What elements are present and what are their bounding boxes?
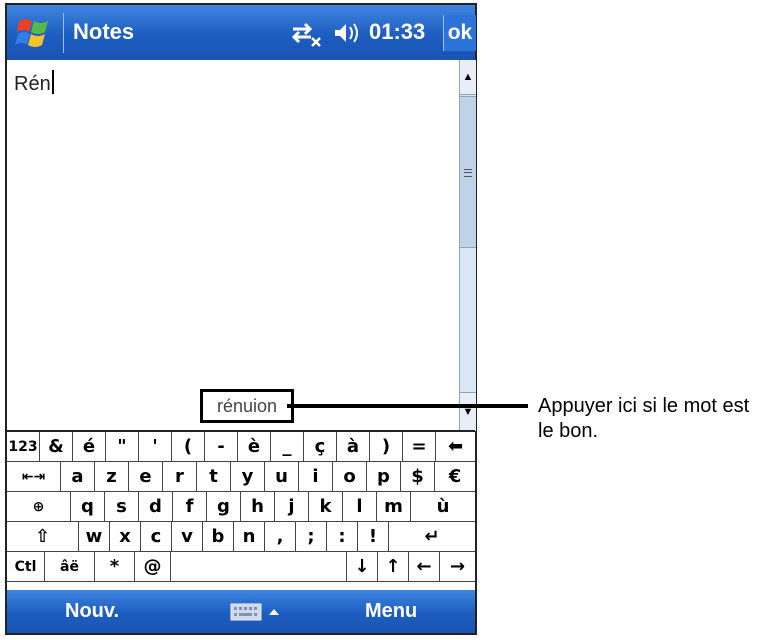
key-ampersand[interactable]: & [40,432,73,462]
key-exclamation[interactable]: ! [358,522,389,552]
key-f[interactable]: f [173,492,207,522]
caps-lock-icon[interactable]: ⊕ [7,492,71,522]
tab-key-icon[interactable]: ⇤⇥ [7,462,61,492]
keyboard-input-icon[interactable] [229,601,285,623]
key-p[interactable]: p [367,462,401,492]
windows-flag-icon[interactable] [15,15,55,51]
key-l[interactable]: l [343,492,377,522]
space-bar[interactable] [171,552,347,582]
keyboard-row-5: Ctl âë * @ ↓ ↑ ← → [7,552,475,582]
menu-bar: Nouv. Menu [7,590,475,633]
key-u[interactable]: u [265,462,299,492]
arrow-left-icon[interactable]: ← [409,552,440,582]
key-123[interactable]: 123 [7,432,40,462]
key-b[interactable]: b [203,522,234,552]
callout-text: Appuyer ici si le mot est le bon. [538,395,750,442]
connectivity-off-icon[interactable] [289,19,323,49]
key-e-acute[interactable]: é [73,432,106,462]
key-u-grave[interactable]: ù [411,492,475,522]
key-ctl[interactable]: Ctl [7,552,45,582]
key-open-paren[interactable]: ( [172,432,205,462]
arrow-up-icon[interactable]: ↑ [378,552,409,582]
key-m[interactable]: m [377,492,411,522]
key-z[interactable]: z [95,462,129,492]
scroll-up-arrow-icon[interactable]: ▲ [460,60,476,95]
key-j[interactable]: j [275,492,309,522]
scroll-thumb[interactable] [460,96,476,248]
key-close-paren[interactable]: ) [370,432,403,462]
keyboard-row-1: 123 & é " ' ( - è _ ç à ) = ⬅ [7,432,475,462]
key-a[interactable]: a [61,462,95,492]
key-q[interactable]: q [71,492,105,522]
key-e[interactable]: e [129,462,163,492]
key-semicolon[interactable]: ; [296,522,327,552]
note-text: Rén [14,73,51,95]
backspace-icon[interactable]: ⬅ [436,432,475,462]
key-accents[interactable]: âë [45,552,95,582]
title-bar: Notes 01:33 ok [7,5,476,60]
key-w[interactable]: w [79,522,110,552]
key-k[interactable]: k [309,492,343,522]
menu-button[interactable]: Menu [365,600,417,623]
note-text-line: Rén [14,70,54,96]
key-y[interactable]: y [231,462,265,492]
key-t[interactable]: t [197,462,231,492]
key-dollar[interactable]: $ [401,462,435,492]
key-g[interactable]: g [207,492,241,522]
arrow-right-icon[interactable]: → [440,552,475,582]
new-button[interactable]: Nouv. [65,600,119,623]
scroll-down-arrow-icon[interactable]: ▼ [460,392,476,431]
pocket-pc-screen: Notes 01:33 ok Rén ▲ ▼ r é nuion 123 & é "… [5,3,477,635]
key-c-cedilla[interactable]: ç [304,432,337,462]
note-editor[interactable]: Rén [7,60,459,430]
title-separator [63,13,64,53]
key-s[interactable]: s [105,492,139,522]
key-o[interactable]: o [333,462,367,492]
enter-icon[interactable]: ↵ [389,522,475,552]
ok-button[interactable]: ok [443,15,476,51]
callout-leader-line [287,404,528,408]
key-v[interactable]: v [172,522,203,552]
key-underscore[interactable]: _ [271,432,304,462]
app-title: Notes [73,19,135,44]
grip-icon [464,169,472,177]
vertical-scrollbar[interactable]: ▲ ▼ [459,60,476,431]
key-e-grave[interactable]: è [238,432,271,462]
key-at[interactable]: @ [135,552,171,582]
key-colon[interactable]: : [327,522,358,552]
key-equals[interactable]: = [403,432,436,462]
key-asterisk[interactable]: * [95,552,135,582]
key-hyphen[interactable]: - [205,432,238,462]
key-a-grave[interactable]: à [337,432,370,462]
keyboard-row-3: ⊕ q s d f g h j k l m ù [7,492,475,522]
key-n[interactable]: n [234,522,265,552]
key-i[interactable]: i [299,462,333,492]
key-r[interactable]: r [163,462,197,492]
speaker-icon[interactable] [331,19,365,47]
keyboard-row-4: ⇧ w x c v b n , ; : ! ↵ [7,522,475,552]
key-double-quote[interactable]: " [106,432,139,462]
key-apostrophe[interactable]: ' [139,432,172,462]
key-comma[interactable]: , [265,522,296,552]
shift-icon[interactable]: ⇧ [7,522,79,552]
key-d[interactable]: d [139,492,173,522]
key-x[interactable]: x [110,522,141,552]
arrow-down-icon[interactable]: ↓ [347,552,378,582]
soft-keyboard: 123 & é " ' ( - è _ ç à ) = ⬅ ⇤⇥ a z e r… [7,430,475,592]
key-euro[interactable]: € [435,462,475,492]
key-c[interactable]: c [141,522,172,552]
clock[interactable]: 01:33 [369,19,425,45]
word-suggestion[interactable]: rénuion [200,389,294,423]
text-caret [51,70,54,94]
keyboard-row-2: ⇤⇥ a z e r t y u i o p $ € [7,462,475,492]
key-h[interactable]: h [241,492,275,522]
